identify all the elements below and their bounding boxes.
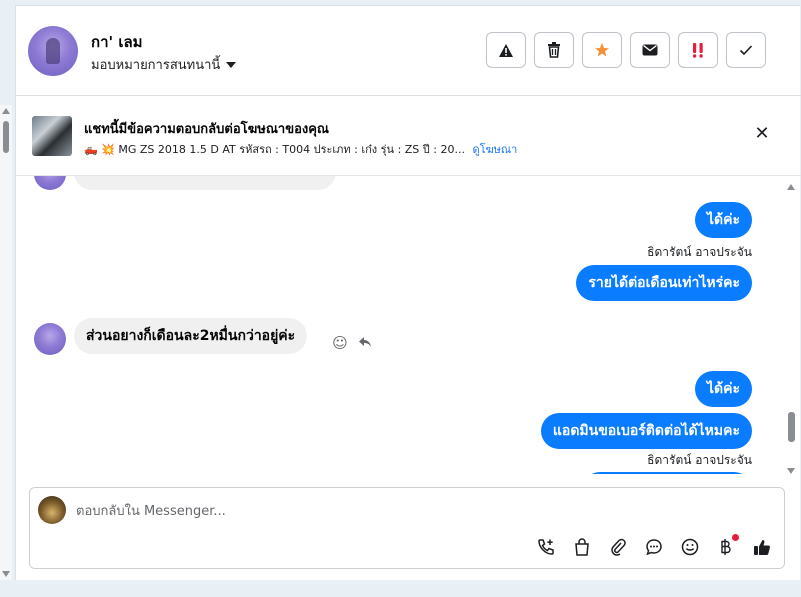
report-button[interactable] [486,32,526,68]
conversation-header: กา' เลม มอบหมายการสนทนานี้ [16,6,801,96]
done-button[interactable] [726,32,766,68]
page-scroll-thumb[interactable] [3,121,9,153]
header-actions [486,32,766,68]
contact-avatar-small [34,323,66,355]
contact-name[interactable]: กา' เลม [91,30,143,54]
star-button[interactable] [582,32,622,68]
sender-label: ธิดารัตน์ อาจประจัน [647,245,752,259]
page-scroll-down-icon[interactable] [2,571,10,577]
outgoing-message[interactable]: แอดมินขอเบอร์ติดต่อได้ไหมคะ [540,413,752,449]
spam-icon [692,43,703,58]
ad-banner-title: แชทนี้มีข้อความตอบกลับต่อโฆษณาของคุณ [84,122,329,137]
conversation-panel: กา' เลม มอบหมายการสนทนานี้ แชทนี้มีข้อคว… [15,5,801,580]
message-input[interactable] [76,500,676,522]
sender-label: ธิดารัตน์ อาจประจัน [647,453,752,467]
chat-bubble-icon[interactable] [643,536,665,558]
baht-payment-icon[interactable] [715,534,739,558]
delete-button[interactable] [534,32,574,68]
spam-button[interactable] [678,32,718,68]
message-thread[interactable]: ได้ค่ะ ธิดารัตน์ อาจประจัน รายได้ต่อเดือ… [16,176,786,474]
close-icon[interactable]: ✕ [752,124,772,144]
incoming-message[interactable]: ส่วนอยางก็เดือนละ2หมื่นกว่าอยู่ค่ะ [74,318,308,354]
reply-arrow-icon [359,337,371,347]
composer-toolbar [535,534,773,558]
reply-composer [29,487,785,569]
scroll-up-icon[interactable] [787,184,795,190]
view-ad-link[interactable]: ดูโฆษณา [472,143,517,156]
report-icon [499,43,513,57]
like-icon[interactable] [751,536,773,558]
ad-detail-text: 🛻 💥 MG ZS 2018 1.5 D AT รหัสรถ : T004 ปร… [84,143,465,156]
thread-scroll-thumb[interactable] [788,412,795,442]
page-scroll-up-icon[interactable] [2,108,10,114]
thread-scrollbar[interactable] [784,178,798,474]
assign-label: มอบหมายการสนทนานี้ [91,58,221,73]
envelope-icon [642,44,658,56]
check-icon [739,45,753,56]
paperclip-icon[interactable] [607,536,629,558]
contact-avatar-small [34,176,66,190]
outgoing-message-partial [582,472,752,474]
caret-down-icon [226,62,237,68]
assign-dropdown[interactable]: มอบหมายการสนทนานี้ [91,54,237,75]
emoji-icon[interactable] [679,536,701,558]
call-plus-icon[interactable] [535,536,557,558]
react-emoji-icon[interactable]: ☺ [331,334,349,352]
contact-avatar[interactable] [28,26,78,76]
scroll-down-icon[interactable] [787,468,795,474]
shopping-bag-icon[interactable] [571,536,593,558]
ad-thumbnail[interactable] [32,116,72,156]
page-scrollbar[interactable] [0,105,12,580]
outgoing-message[interactable]: รายได้ต่อเดือนเท่าไหร่คะ [576,265,752,301]
outgoing-message[interactable]: ได้ค่ะ [694,202,752,238]
ad-reply-banner: แชทนี้มีข้อความตอบกลับต่อโฆษณาของคุณ 🛻 💥… [16,96,801,176]
reply-icon[interactable] [356,334,374,352]
outgoing-message[interactable]: ได้ค่ะ [694,371,752,407]
page-avatar [38,496,66,524]
incoming-message-partial [74,176,336,190]
trash-icon [548,42,560,58]
star-icon [595,43,609,57]
ad-banner-detail: 🛻 💥 MG ZS 2018 1.5 D AT รหัสรถ : T004 ปร… [84,140,517,158]
mark-unread-button[interactable] [630,32,670,68]
notification-dot [732,534,739,541]
